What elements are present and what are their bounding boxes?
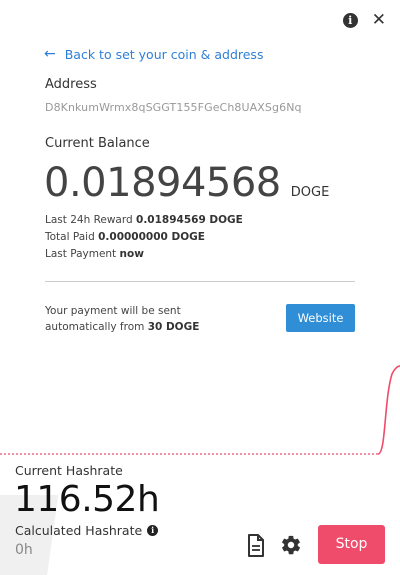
- graph-line: [377, 365, 400, 455]
- info-icon[interactable]: i: [342, 13, 358, 28]
- stop-button[interactable]: Stop: [318, 525, 385, 564]
- document-icon[interactable]: [246, 534, 266, 557]
- last-reward-value: 0.01894569 DOGE: [136, 214, 243, 226]
- last-payment-stat: Last Payment now: [45, 248, 144, 260]
- last-reward-label: Last 24h Reward: [45, 214, 133, 226]
- hashrate-label: Current Hashrate: [15, 463, 123, 478]
- footer-panel: Current Hashrate 116.52h Calculated Hash…: [0, 455, 400, 575]
- hashrate-graph: [0, 365, 400, 455]
- calc-hashrate-value: 0h: [15, 542, 33, 558]
- calculated-hashrate: Calculated Hashrate i: [15, 523, 159, 538]
- arrow-left-icon: ←: [44, 46, 56, 62]
- payment-note: Your payment will be sent automatically …: [45, 303, 245, 335]
- address-label: Address: [45, 77, 97, 92]
- info-icon[interactable]: i: [147, 525, 159, 536]
- calc-hashrate-label: Calculated Hashrate: [15, 523, 143, 538]
- total-paid-stat: Total Paid 0.00000000 DOGE: [45, 231, 205, 243]
- balance-display: 0.01894568 DOGE: [44, 160, 329, 206]
- address-value: D8KnkumWrmx8qSGGT155FGeCh8UAXSg6Nq: [45, 101, 302, 114]
- last-payment-value: now: [119, 248, 144, 260]
- gear-icon[interactable]: [280, 534, 302, 556]
- header-icons: i ✕: [342, 12, 386, 29]
- balance-unit: DOGE: [290, 185, 330, 200]
- website-button[interactable]: Website: [286, 304, 355, 332]
- hashrate-value: 116.52h: [14, 479, 160, 520]
- last-reward-stat: Last 24h Reward 0.01894569 DOGE: [45, 214, 243, 226]
- balance-amount: 0.01894568: [44, 160, 281, 206]
- close-icon[interactable]: ✕: [372, 12, 386, 29]
- total-paid-value: 0.00000000 DOGE: [98, 231, 205, 243]
- divider: [45, 281, 355, 282]
- payment-threshold: 30 DOGE: [147, 321, 200, 333]
- back-link[interactable]: ← Back to set your coin & address: [44, 46, 263, 62]
- balance-label: Current Balance: [45, 136, 150, 151]
- back-link-label: Back to set your coin & address: [64, 46, 264, 62]
- total-paid-label: Total Paid: [45, 231, 95, 243]
- last-payment-label: Last Payment: [45, 248, 117, 260]
